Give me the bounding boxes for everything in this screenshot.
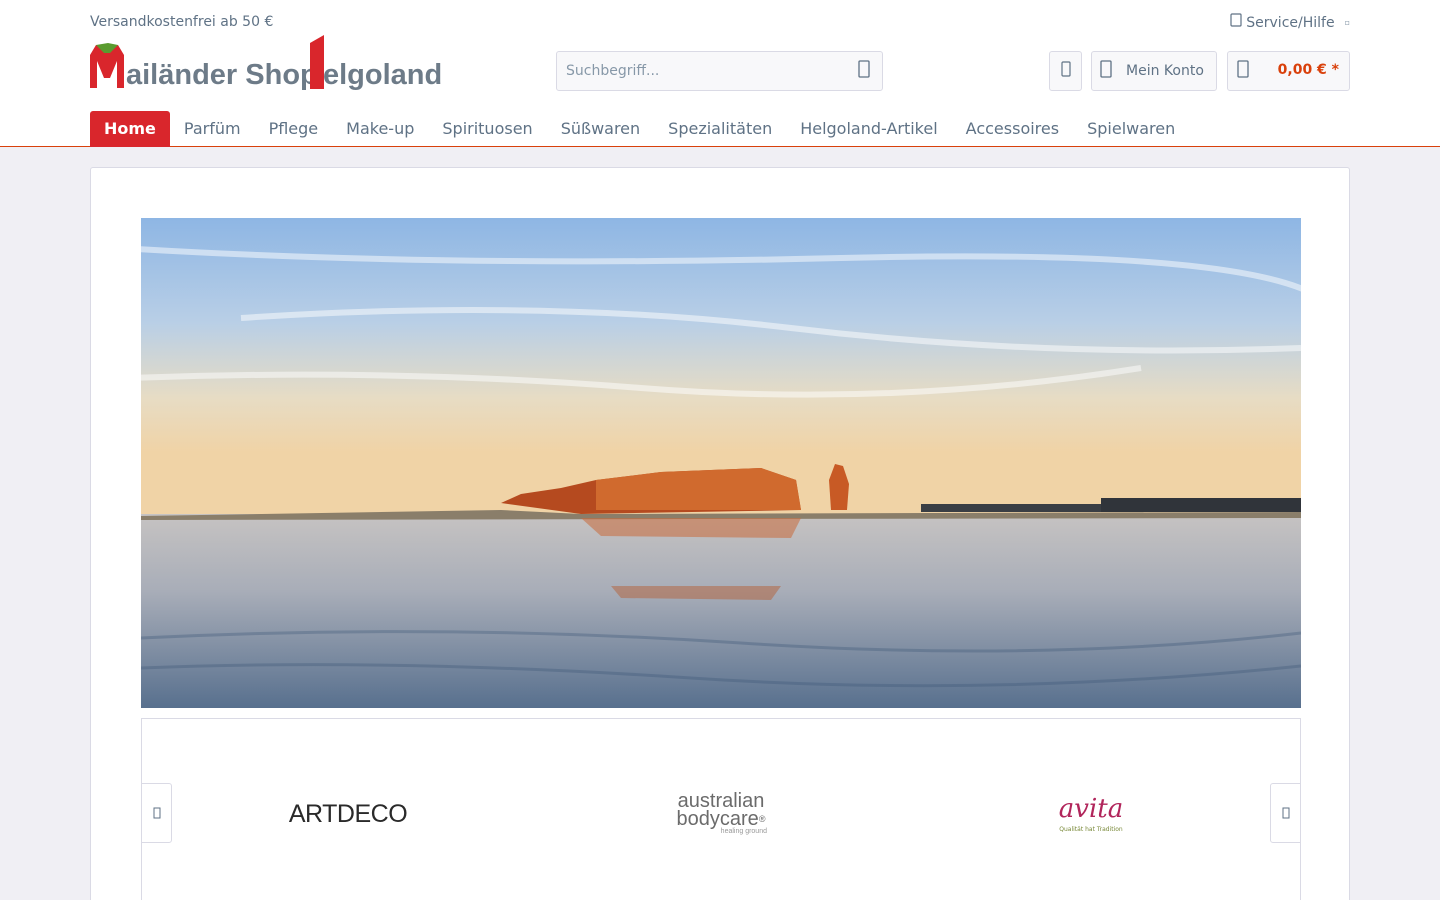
brand-slider: ARTDECO australian bodycare® healing gro…: [141, 718, 1301, 900]
nav-item-helgoland-artikel[interactable]: Helgoland-Artikel: [786, 111, 951, 147]
service-label: Service/Hilfe: [1246, 14, 1335, 31]
chevron-down-icon: ▫: [1344, 17, 1350, 27]
nav-item-parfuem[interactable]: Parfüm: [170, 111, 255, 147]
nav-item-spirituosen[interactable]: Spirituosen: [428, 111, 546, 147]
brand-logo-avita[interactable]: avita Qualität hat Tradition: [991, 779, 1191, 849]
slider-next-button[interactable]: [1270, 783, 1301, 843]
search-input[interactable]: [557, 52, 837, 90]
nav-item-make-up[interactable]: Make-up: [332, 111, 428, 147]
brand-logo-australian-bodycare[interactable]: australian bodycare® healing ground: [621, 779, 821, 849]
search-button[interactable]: [852, 59, 876, 83]
search-box: [556, 51, 883, 91]
account-button[interactable]: Mein Konto: [1091, 51, 1217, 91]
logo-text-left: ailänder Shop: [126, 59, 318, 91]
chevron-right-icon: [1282, 804, 1290, 823]
brand-artdeco-text: ARTDECO: [288, 799, 408, 828]
nav-item-spezialitaeten[interactable]: Spezialitäten: [654, 111, 786, 147]
brand-australian-tagline: healing ground: [720, 828, 767, 835]
slider-prev-button[interactable]: [141, 783, 172, 843]
account-label: Mein Konto: [1126, 63, 1204, 79]
wishlist-button[interactable]: [1049, 51, 1082, 91]
brand-australian-registered: ®: [758, 814, 766, 824]
service-menu[interactable]: Service/Hilfe ▫: [1230, 13, 1350, 32]
nav-item-accessoires[interactable]: Accessoires: [952, 111, 1073, 147]
shipping-note: Versandkostenfrei ab 50 €: [90, 14, 274, 30]
brand-avita-tagline: Qualität hat Tradition: [1059, 825, 1123, 833]
nav-item-pflege[interactable]: Pflege: [255, 111, 333, 147]
site-header: Versandkostenfrei ab 50 € Service/Hilfe …: [0, 0, 1440, 147]
cart-button[interactable]: 0,00 € *: [1227, 51, 1350, 91]
nav-item-home[interactable]: Home: [90, 111, 170, 147]
brand-avita-name: avita: [1058, 793, 1124, 824]
heart-icon: [1060, 61, 1071, 81]
user-icon: [1100, 60, 1112, 82]
logo-text-right: elgoland: [323, 59, 442, 91]
brand-logo-artdeco[interactable]: ARTDECO: [248, 779, 448, 849]
nav-item-suesswaren[interactable]: Süßwaren: [547, 111, 654, 147]
chevron-left-icon: [153, 804, 161, 823]
main-navigation: Home Parfüm Pflege Make-up Spirituosen S…: [90, 111, 1189, 147]
brand-australian-line2: bodycare: [676, 808, 759, 830]
cart-total: 0,00 € *: [1277, 62, 1339, 78]
hero-banner-helgoland[interactable]: [141, 218, 1301, 708]
shop-logo[interactable]: ailänder Shop elgoland: [88, 33, 454, 95]
nav-item-spielwaren[interactable]: Spielwaren: [1073, 111, 1189, 147]
main-content: ARTDECO australian bodycare® healing gro…: [90, 167, 1350, 900]
search-icon: [858, 60, 870, 82]
cart-icon: [1237, 60, 1249, 82]
info-icon: [1230, 13, 1242, 32]
